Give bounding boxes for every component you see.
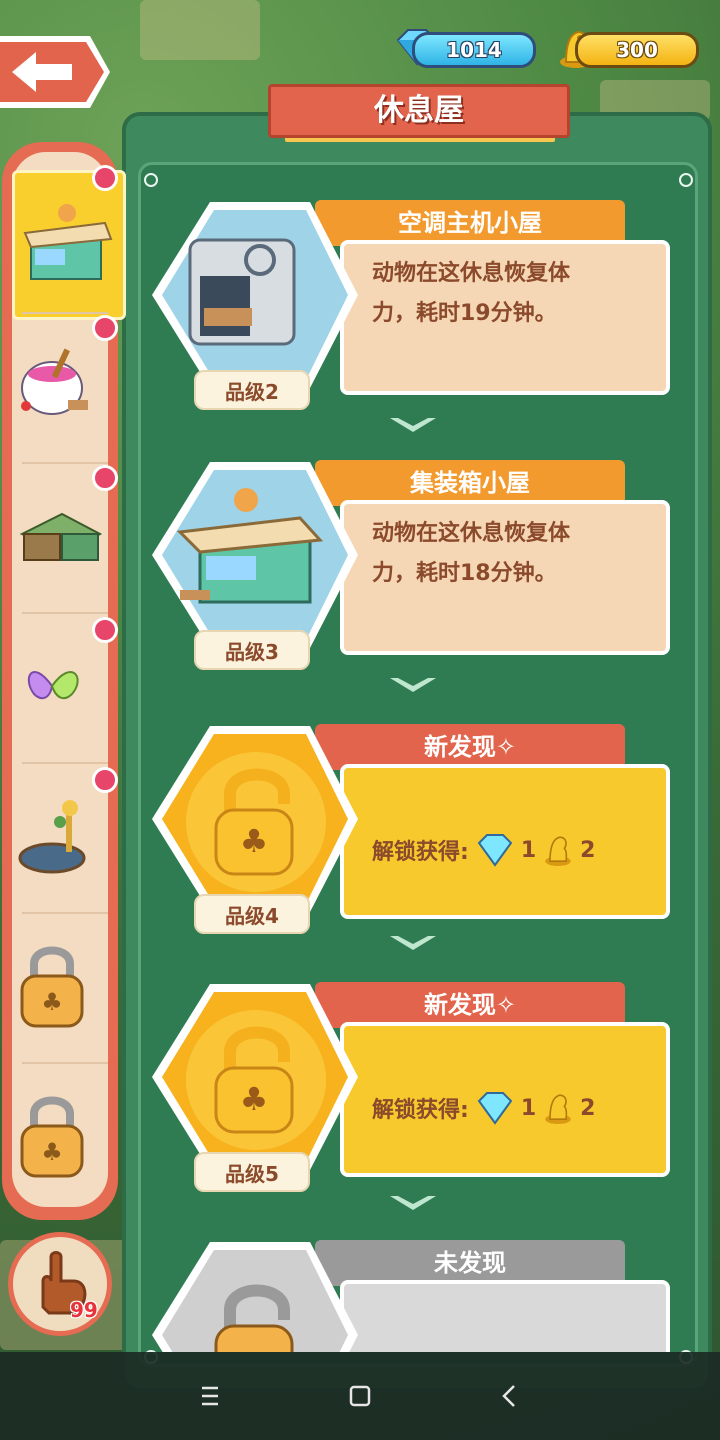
- diamond-icon: [477, 1092, 513, 1125]
- sidebar-item-log-house[interactable]: [12, 468, 126, 618]
- chevron-down-icon: [390, 418, 436, 432]
- coin-count: 300: [575, 32, 699, 68]
- bathtub-house-icon: [21, 348, 88, 415]
- back-nav-icon[interactable]: [488, 1374, 532, 1418]
- new-badge: [92, 617, 118, 643]
- back-button[interactable]: [0, 32, 112, 112]
- panel-corner-bolt: [144, 173, 158, 187]
- building-card-aircon-house[interactable]: 空调主机小屋 动物在这休息恢复体 力，耗时19分钟。 品级2: [150, 200, 680, 420]
- new-badge: [92, 767, 118, 793]
- svg-text:♣: ♣: [41, 1138, 63, 1166]
- chevron-down-icon: [390, 1196, 436, 1210]
- butterfly-icon: [27, 671, 79, 700]
- chevron-down-icon: [390, 678, 436, 692]
- building-card-container-house[interactable]: 集装箱小屋 动物在这休息恢复体 力，耗时18分钟。 品级3: [150, 460, 680, 680]
- card-description: 动物在这休息恢复体 力，耗时18分钟。: [372, 521, 571, 586]
- new-badge: [92, 315, 118, 341]
- panel-title: 休息屋: [268, 84, 570, 138]
- sidebar-item-container-house[interactable]: [12, 170, 126, 320]
- menu-icon[interactable]: [188, 1374, 232, 1418]
- building-card-undiscovered[interactable]: 未发现: [150, 1240, 680, 1352]
- grade-label: 品级4: [194, 894, 310, 934]
- building-card-new-grade5[interactable]: 新发现✧ 解锁获得: 1 2 ♣ 品级5: [150, 982, 680, 1202]
- sidebar-item-locked[interactable]: ♣: [12, 918, 126, 1068]
- container-house-icon: [152, 462, 358, 648]
- new-badge: [92, 465, 118, 491]
- grade-label: 品级2: [194, 370, 310, 410]
- unlock-reward: 解锁获得: 1 2: [372, 832, 595, 868]
- card-description: 动物在这休息恢复体 力，耗时19分钟。: [372, 261, 571, 326]
- diamond-icon: [477, 834, 513, 867]
- padlock-icon: ♣: [152, 726, 358, 912]
- aircon-house-icon: [152, 202, 358, 388]
- home-icon[interactable]: [338, 1374, 382, 1418]
- padlock-icon: ♣: [152, 984, 358, 1170]
- chevron-down-icon: [390, 936, 436, 950]
- gold-statue-icon: [545, 836, 571, 866]
- gold-statue-icon: [545, 1094, 571, 1124]
- padlock-icon: ♣: [20, 1096, 84, 1178]
- padlock-icon: ♣: [20, 946, 84, 1028]
- gem-count[interactable]: 1014: [412, 32, 536, 68]
- building-card-new-grade4[interactable]: 新发现✧ 解锁获得: 1 2 ♣ 品级4: [150, 724, 680, 944]
- container-house-icon: [23, 204, 113, 280]
- card-body: [340, 1280, 670, 1352]
- new-badge: [92, 165, 118, 191]
- unlock-reward: 解锁获得: 1 2: [372, 1090, 595, 1126]
- svg-text:♣: ♣: [41, 988, 63, 1016]
- grade-label: 品级3: [194, 630, 310, 670]
- grade-label: 品级5: [194, 1152, 310, 1192]
- hint-count: 99: [70, 1298, 98, 1322]
- padlock-icon: [152, 1242, 358, 1352]
- sidebar-item-bathtub-house[interactable]: [12, 318, 126, 468]
- pond-icon: [18, 800, 86, 874]
- panel-corner-bolt: [679, 173, 693, 187]
- svg-text:♣: ♣: [240, 1080, 269, 1118]
- sidebar-item-locked[interactable]: ♣: [12, 1068, 126, 1208]
- log-house-icon: [19, 512, 103, 561]
- svg-text:♣: ♣: [240, 822, 269, 860]
